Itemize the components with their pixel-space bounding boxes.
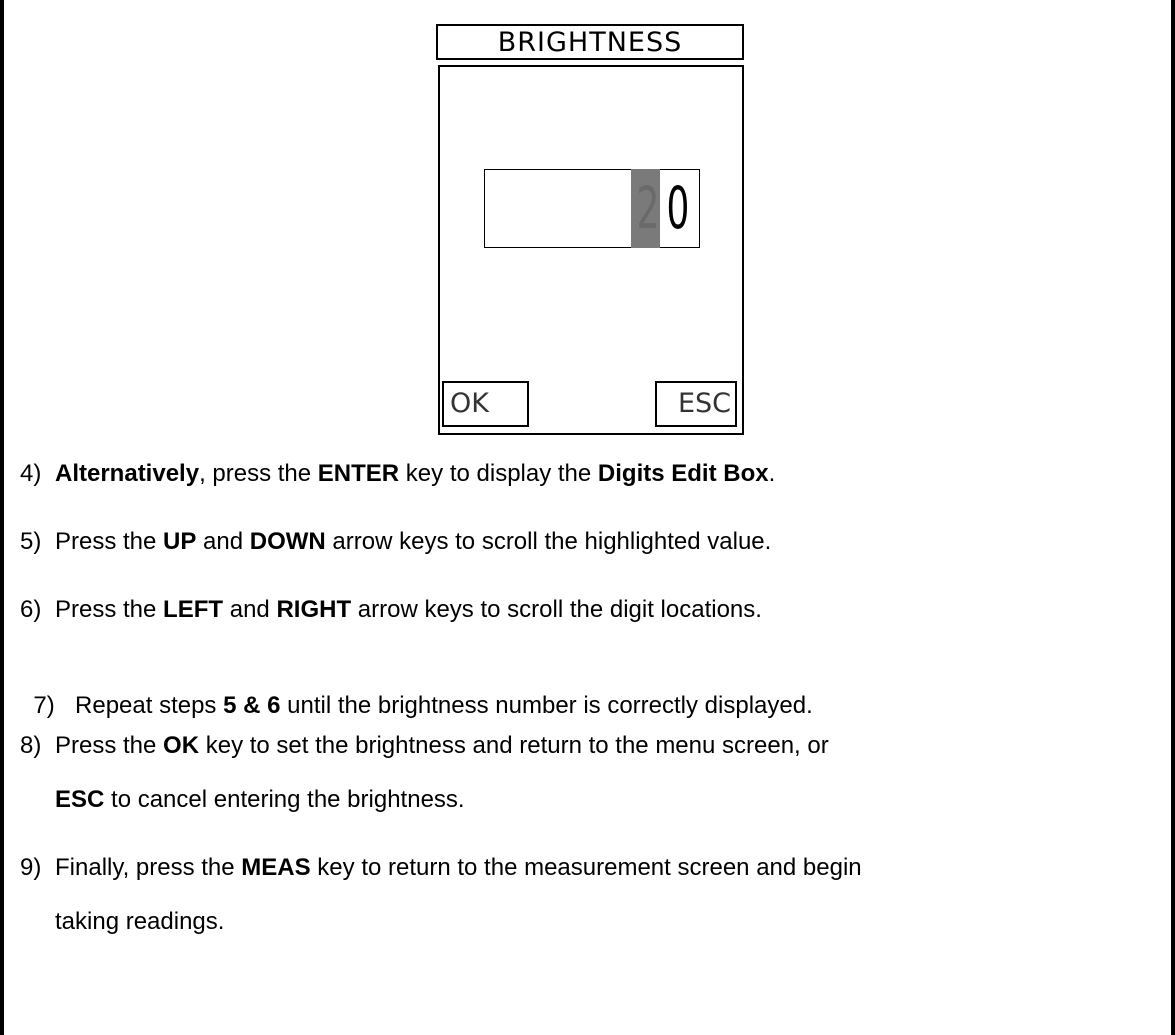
bold-term: OK xyxy=(163,732,200,759)
step-9: 9) Finally, press the MEAS key to return … xyxy=(20,854,862,882)
bold-term: DOWN xyxy=(249,528,326,555)
step-7: 7) Repeat steps 5 & 6 until the brightne… xyxy=(20,664,813,720)
step-4: 4) Alternatively, press the ENTER key to … xyxy=(20,460,775,488)
step-text: key to return to the measurement screen … xyxy=(310,854,862,881)
step-8-continued: ESC to cancel entering the brightness. xyxy=(55,786,465,814)
highlighted-digit: 2 xyxy=(636,174,660,242)
step-number: 6) xyxy=(20,596,42,623)
bold-term: MEAS xyxy=(241,854,311,881)
bold-term: ESC xyxy=(55,786,105,813)
bold-term: Alternatively xyxy=(55,460,200,487)
bold-term: Digits Edit Box xyxy=(597,460,769,487)
step-number: 5) xyxy=(20,528,42,555)
step-text: arrow keys to scroll the digit locations… xyxy=(351,596,762,623)
bold-term: RIGHT xyxy=(276,596,352,623)
bold-term: 5 & 6 xyxy=(223,692,281,719)
bold-term: ENTER xyxy=(317,460,400,487)
step-text: key to display the xyxy=(399,460,598,487)
step-text: Press the xyxy=(55,528,164,555)
page-border-right xyxy=(1171,0,1175,1035)
step-text: Press the xyxy=(55,732,164,759)
bold-term: UP xyxy=(163,528,197,555)
step-6: 6) Press the LEFT and RIGHT arrow keys to… xyxy=(20,596,762,624)
step-number: 4) xyxy=(20,460,42,487)
step-text: taking readings. xyxy=(55,908,225,935)
step-text: until the brightness number is correctly… xyxy=(280,692,813,719)
step-text: arrow keys to scroll the highlighted val… xyxy=(325,528,772,555)
step-number: 8) xyxy=(20,732,42,759)
step-text: , press the xyxy=(199,460,318,487)
esc-softkey: ESC xyxy=(655,381,737,427)
step-text: . xyxy=(768,460,776,487)
step-text: Finally, press the xyxy=(55,854,242,881)
step-text: and xyxy=(196,528,250,555)
ok-softkey: OK xyxy=(442,381,529,427)
digit: 0 xyxy=(666,174,690,242)
step-text: key to set the brightness and return to … xyxy=(199,732,829,759)
step-text: Repeat steps xyxy=(68,692,224,719)
step-text: and xyxy=(223,596,277,623)
step-8: 8) Press the OK key to set the brightness… xyxy=(20,732,829,760)
bold-term: LEFT xyxy=(163,596,224,623)
screen-body xyxy=(438,65,744,435)
step-number: 7) xyxy=(33,692,55,719)
step-text: to cancel entering the brightness. xyxy=(104,786,465,813)
step-9-continued: taking readings. xyxy=(55,908,224,936)
page-border-left xyxy=(0,0,4,1035)
step-text: Press the xyxy=(55,596,164,623)
step-5: 5) Press the UP and DOWN arrow keys to sc… xyxy=(20,528,771,556)
screen-title: BRIGHTNESS xyxy=(436,24,744,60)
step-number: 9) xyxy=(20,854,42,881)
